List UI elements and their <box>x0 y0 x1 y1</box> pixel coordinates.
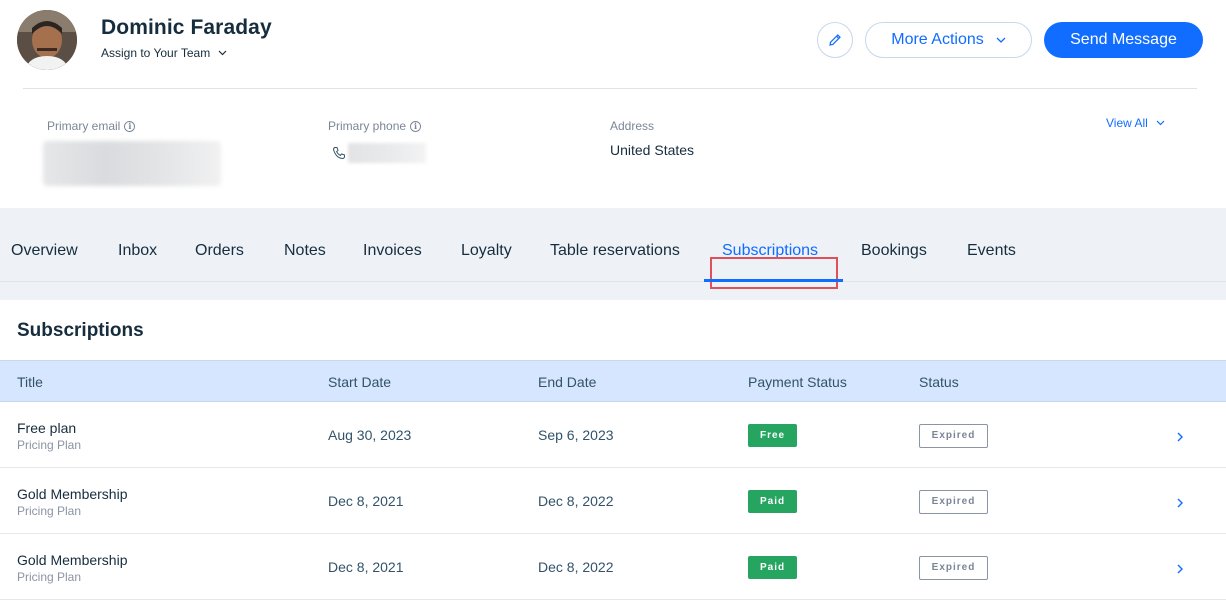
table-row[interactable]: Free plan Pricing Plan Aug 30, 2023 Sep … <box>0 402 1226 468</box>
row-end-date: Dec 8, 2022 <box>538 559 614 575</box>
chevron-down-icon <box>218 50 227 56</box>
payment-status-badge: Paid <box>748 490 798 513</box>
more-actions-label: More Actions <box>891 31 984 48</box>
row-start-date: Aug 30, 2023 <box>328 427 412 443</box>
column-header-title: Title <box>17 374 43 390</box>
status-badge: Expired <box>919 424 988 448</box>
chevron-right-icon[interactable] <box>1176 431 1184 443</box>
row-start-date: Dec 8, 2021 <box>328 559 404 575</box>
header-divider <box>23 88 1197 89</box>
row-end-date: Sep 6, 2023 <box>538 427 614 443</box>
avatar[interactable] <box>17 10 77 70</box>
row-title: Gold Membership <box>17 486 128 502</box>
row-subtitle: Pricing Plan <box>17 570 82 584</box>
tab-bookings[interactable]: Bookings <box>861 230 927 282</box>
tab-orders[interactable]: Orders <box>195 230 244 282</box>
phone-redacted <box>348 143 426 163</box>
section-title: Subscriptions <box>17 320 144 341</box>
primary-phone-label: Primary phone i <box>328 119 422 133</box>
primary-phone-label-text: Primary phone <box>328 119 407 133</box>
row-title: Free plan <box>17 420 77 436</box>
row-subtitle: Pricing Plan <box>17 438 82 452</box>
column-header-status: Status <box>919 374 959 390</box>
tab-events[interactable]: Events <box>967 230 1016 282</box>
tab-inbox[interactable]: Inbox <box>118 230 157 282</box>
contact-header: Dominic Faraday Assign to Your Team More… <box>0 0 1226 208</box>
primary-email-value-redacted <box>43 141 221 186</box>
highlight-box <box>710 257 838 289</box>
primary-phone-value[interactable] <box>332 143 426 163</box>
primary-email-label: Primary email i <box>47 119 136 133</box>
payment-status-badge: Free <box>748 424 798 447</box>
contact-name: Dominic Faraday <box>101 16 272 39</box>
chevron-down-icon <box>1156 120 1165 126</box>
column-header-end-date: End Date <box>538 374 597 390</box>
table-row[interactable]: Gold Membership Pricing Plan Dec 8, 2021… <box>0 468 1226 534</box>
tab-overview[interactable]: Overview <box>11 230 78 282</box>
tab-loyalty[interactable]: Loyalty <box>461 230 512 282</box>
chevron-down-icon <box>996 37 1006 43</box>
row-subtitle: Pricing Plan <box>17 504 82 518</box>
active-tab-indicator <box>704 279 843 282</box>
phone-icon <box>332 147 345 160</box>
table-row[interactable]: Gold Membership Pricing Plan Dec 8, 2021… <box>0 534 1226 600</box>
assign-label: Assign to Your Team <box>101 46 211 60</box>
info-icon[interactable]: i <box>124 120 136 132</box>
pencil-icon <box>829 34 841 46</box>
address-value: United States <box>610 142 695 158</box>
tab-bar: Overview Inbox Orders Notes Invoices Loy… <box>0 230 1226 289</box>
tab-notes[interactable]: Notes <box>284 230 326 282</box>
row-title: Gold Membership <box>17 552 128 568</box>
subscriptions-panel: Subscriptions Title Start Date End Date … <box>0 300 1226 615</box>
chevron-right-icon[interactable] <box>1176 497 1184 509</box>
info-icon[interactable]: i <box>410 120 422 132</box>
more-actions-button[interactable]: More Actions <box>865 22 1032 58</box>
view-all-link[interactable]: View All <box>1106 116 1165 130</box>
payment-status-badge: Paid <box>748 556 798 579</box>
avatar-image <box>17 10 77 70</box>
chevron-right-icon[interactable] <box>1176 563 1184 575</box>
address-label: Address <box>610 119 655 133</box>
row-end-date: Dec 8, 2022 <box>538 493 614 509</box>
tabs-band: Overview Inbox Orders Notes Invoices Loy… <box>0 208 1226 300</box>
status-badge: Expired <box>919 490 988 514</box>
column-header-payment-status: Payment Status <box>748 374 847 390</box>
primary-email-label-text: Primary email <box>47 119 121 133</box>
table-header: Title Start Date End Date Payment Status… <box>0 360 1226 402</box>
view-all-label: View All <box>1106 116 1148 130</box>
send-message-button[interactable]: Send Message <box>1044 22 1203 58</box>
edit-contact-button[interactable] <box>817 22 853 58</box>
column-header-start-date: Start Date <box>328 374 392 390</box>
tab-invoices[interactable]: Invoices <box>363 230 422 282</box>
assign-team-dropdown[interactable]: Assign to Your Team <box>101 46 227 60</box>
status-badge: Expired <box>919 556 988 580</box>
row-start-date: Dec 8, 2021 <box>328 493 404 509</box>
tab-table-reservations[interactable]: Table reservations <box>550 230 680 282</box>
